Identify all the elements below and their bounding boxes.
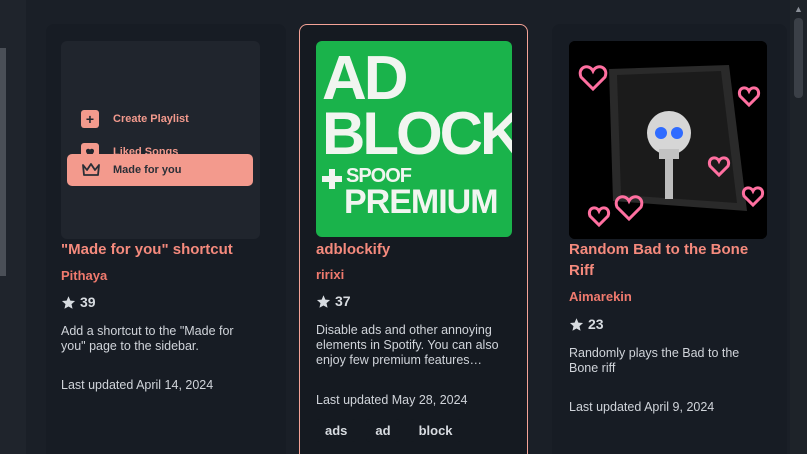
extension-card-made-for-you[interactable]: + Create Playlist Liked Songs Made for y…: [46, 24, 286, 454]
crown-icon: [82, 163, 100, 176]
previous-card-image-edge: [0, 48, 6, 276]
preview-create-playlist: + Create Playlist: [61, 103, 260, 135]
card-preview-image: AD BLOCK SPOOF PREMIUM: [316, 41, 512, 237]
previous-card-edge: [0, 0, 26, 454]
card-author[interactable]: ririxi: [316, 267, 344, 282]
card-description: Randomly plays the Bad to the Bone riff: [569, 346, 740, 375]
card-stars: 37: [316, 293, 351, 309]
card-preview-image: [569, 41, 767, 239]
tag-ads[interactable]: ads: [316, 419, 357, 442]
card-author[interactable]: Aimarekin: [569, 289, 632, 304]
preview-made-for-you: Made for you: [67, 154, 253, 186]
plus-icon: +: [81, 110, 99, 128]
scroll-up-icon[interactable]: ▲: [794, 4, 803, 14]
extension-card-bad-to-the-bone[interactable]: Random Bad to the Bone Riff Aimarekin 23…: [552, 24, 787, 454]
star-count: 23: [588, 316, 604, 332]
scrollbar-thumb[interactable]: [794, 18, 803, 98]
card-stars: 23: [569, 316, 604, 332]
vertical-scrollbar[interactable]: ▲: [790, 0, 807, 454]
preview-text: PREMIUM: [344, 183, 499, 221]
card-last-updated: Last updated April 14, 2024: [61, 378, 214, 392]
plus-icon: [322, 169, 342, 189]
extension-card-adblockify[interactable]: AD BLOCK SPOOF PREMIUM adblockify ririxi…: [299, 24, 528, 454]
skeleton-image: [569, 41, 767, 239]
star-count: 39: [80, 294, 96, 310]
card-title[interactable]: adblockify: [316, 239, 390, 260]
card-description: Add a shortcut to the "Made for you" pag…: [61, 324, 234, 353]
card-stars: 39: [61, 294, 96, 310]
card-last-updated: Last updated April 9, 2024: [569, 400, 715, 414]
card-author[interactable]: Pithaya: [61, 268, 107, 283]
star-count: 37: [335, 293, 351, 309]
card-preview-image: + Create Playlist Liked Songs Made for y…: [61, 41, 260, 239]
preview-item-label: Create Playlist: [113, 113, 189, 125]
star-icon: [569, 317, 584, 331]
preview-item-label: Made for you: [113, 164, 182, 176]
tag-ad[interactable]: ad: [366, 419, 400, 442]
card-description: Disable ads and other annoying elements …: [316, 323, 499, 367]
star-icon: [61, 295, 76, 309]
tag-list: ads ad block: [316, 419, 462, 442]
card-last-updated: Last updated May 28, 2024: [316, 393, 468, 407]
tag-block[interactable]: block: [409, 419, 462, 442]
preview-text: BLOCK: [322, 100, 512, 167]
card-title[interactable]: Random Bad to the Bone Riff: [569, 239, 774, 281]
card-title[interactable]: "Made for you" shortcut: [61, 239, 276, 260]
star-icon: [316, 294, 331, 308]
